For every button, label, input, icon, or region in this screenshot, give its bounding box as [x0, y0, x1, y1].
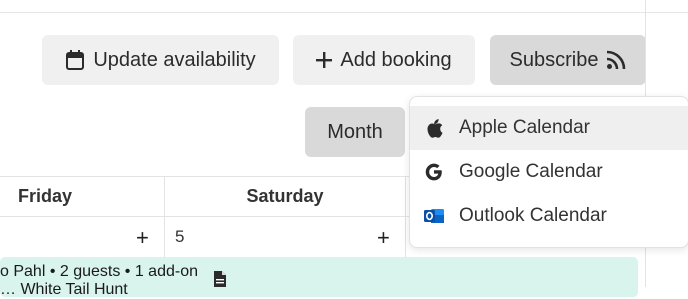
month-label: Month	[327, 120, 383, 143]
booking-event-title: … White Tail Hunt	[0, 281, 128, 298]
update-availability-label: Update availability	[93, 48, 256, 71]
outlook-icon	[423, 206, 445, 226]
add-event-plus-icon[interactable]: +	[377, 227, 390, 249]
add-event-plus-icon[interactable]: +	[136, 227, 149, 249]
add-booking-label: Add booking	[340, 48, 452, 71]
rss-icon	[606, 50, 626, 70]
apple-icon	[423, 118, 445, 138]
top-divider	[0, 12, 688, 13]
day-header-saturday: Saturday	[246, 185, 324, 206]
calendar-icon	[65, 49, 85, 71]
menu-item-apple-calendar[interactable]: Apple Calendar	[410, 106, 688, 150]
add-booking-button[interactable]: Add booking	[293, 35, 475, 85]
google-icon	[423, 162, 445, 182]
outlook-calendar-label: Outlook Calendar	[459, 205, 607, 226]
plus-icon	[316, 52, 333, 68]
document-icon[interactable]	[213, 270, 227, 293]
subscribe-button[interactable]: Subscribe	[490, 35, 646, 85]
day-header-friday: Friday	[17, 185, 73, 206]
update-availability-button[interactable]: Update availability	[42, 35, 279, 85]
subscribe-dropdown: Apple Calendar Google Calendar Outlook C…	[409, 96, 688, 248]
menu-item-google-calendar[interactable]: Google Calendar	[410, 150, 688, 194]
day-number: 5	[175, 227, 185, 246]
menu-item-outlook-calendar[interactable]: Outlook Calendar	[410, 194, 688, 238]
google-calendar-label: Google Calendar	[459, 161, 603, 182]
month-view-button[interactable]: Month	[305, 107, 405, 157]
apple-calendar-label: Apple Calendar	[459, 117, 590, 138]
subscribe-label: Subscribe	[509, 48, 599, 71]
booking-event-summary: o Pahl • 2 guests • 1 add-on	[0, 263, 198, 280]
